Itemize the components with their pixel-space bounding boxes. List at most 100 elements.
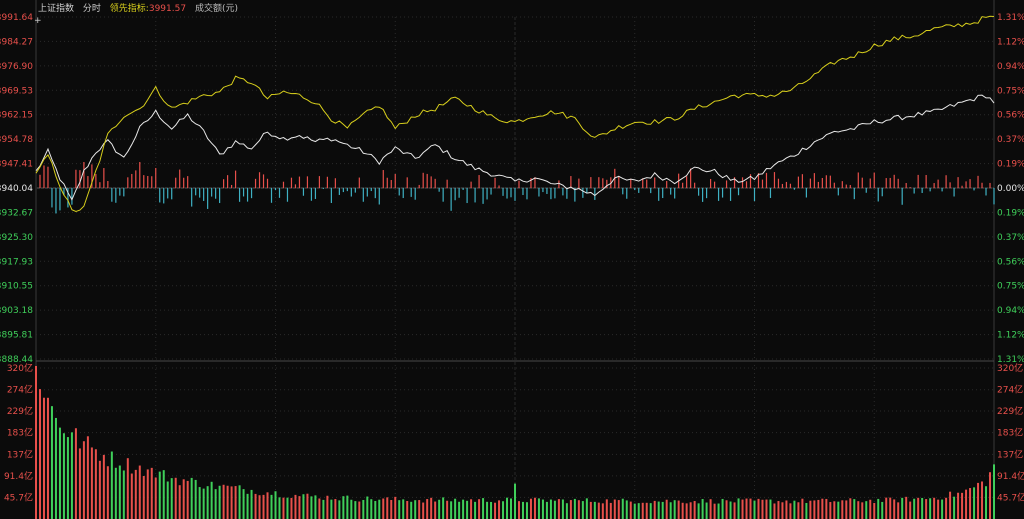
change-bar-down — [378, 188, 380, 205]
change-bar-down — [203, 188, 205, 201]
change-bar-up — [135, 170, 137, 188]
volume-bar — [561, 499, 564, 519]
volume-tick-label-left: 183亿 — [7, 427, 33, 439]
volume-bar — [521, 501, 524, 519]
change-bar-up — [223, 179, 225, 188]
change-bar-up — [682, 182, 684, 188]
change-bar-down — [215, 188, 217, 199]
volume-bar — [410, 501, 413, 519]
change-bar-up — [47, 166, 49, 188]
volume-bar — [785, 500, 788, 519]
change-bar-down — [634, 188, 636, 191]
volume-bar — [50, 406, 53, 519]
change-bar-up — [107, 181, 109, 188]
mode-label[interactable]: 分时 — [83, 2, 101, 14]
volume-bar — [757, 498, 760, 519]
volume-bar — [673, 500, 676, 519]
change-bar-down — [111, 188, 113, 202]
volume-bar — [709, 499, 712, 519]
change-bar-down — [398, 188, 400, 196]
volume-bar — [965, 489, 968, 519]
volume-label: 成交额(元) — [195, 2, 238, 14]
change-bar-down — [274, 188, 277, 191]
change-bar-up — [258, 172, 261, 188]
change-bar-down — [199, 188, 201, 198]
change-bar-down — [502, 188, 504, 196]
price-tick-label: 3903.18 — [0, 306, 33, 316]
volume-bar — [142, 475, 145, 519]
change-bar-up — [446, 179, 448, 188]
percent-tick-label: 1.31% — [997, 13, 1024, 23]
change-bar-up — [334, 178, 336, 188]
price-tick-label: 3954.78 — [0, 135, 33, 145]
volume-bar — [541, 499, 544, 519]
change-bar-down — [354, 188, 356, 193]
volume-bar — [717, 503, 720, 519]
change-bar-up — [801, 174, 803, 188]
volume-bar — [933, 497, 936, 519]
price-tick-label: 3976.90 — [0, 62, 33, 72]
volume-bar — [733, 502, 736, 519]
volume-bar — [609, 502, 612, 519]
volume-bar — [210, 481, 213, 519]
volume-bar — [74, 428, 77, 519]
change-bar-down — [242, 188, 245, 197]
volume-bar — [913, 498, 916, 519]
volume-bar — [46, 397, 49, 519]
index-name[interactable]: 上证指数 — [38, 2, 74, 14]
volume-bar — [486, 501, 489, 519]
volume-bar — [925, 499, 928, 519]
percent-tick-label: 1.12% — [997, 331, 1024, 341]
change-bar-up — [821, 177, 823, 188]
volume-bar — [334, 499, 337, 519]
change-bar-up — [570, 176, 572, 188]
change-bar-up — [298, 176, 301, 188]
volume-bar — [466, 500, 469, 519]
change-bar-up — [230, 184, 233, 188]
change-bar-up — [175, 177, 177, 188]
volume-tick-label-left: 320亿 — [7, 362, 33, 374]
volume-bar — [849, 498, 852, 519]
change-bar-up — [646, 179, 648, 188]
volume-bar — [126, 458, 129, 519]
change-bar-down — [270, 188, 273, 203]
volume-bar — [945, 497, 948, 519]
volume-bar — [665, 499, 668, 519]
volume-bar — [721, 498, 724, 519]
volume-bar — [102, 454, 105, 519]
change-bar-down — [993, 188, 995, 205]
volume-bar — [777, 501, 780, 519]
change-bar-up — [282, 181, 285, 188]
volume-bar — [502, 501, 505, 519]
volume-bar — [905, 496, 908, 519]
change-bar-down — [913, 188, 915, 194]
change-bar-down — [921, 188, 923, 193]
change-bar-up — [95, 173, 97, 188]
change-bar-down — [506, 188, 508, 199]
leading-label: 领先指标 — [110, 2, 146, 14]
volume-bar — [302, 494, 305, 519]
change-bar-up — [262, 174, 265, 188]
volume-bar — [386, 497, 389, 519]
change-bar-up — [785, 181, 788, 188]
change-bar-up — [618, 175, 620, 188]
volume-bar — [414, 500, 417, 519]
volume-bar — [438, 499, 441, 519]
volume-bar — [230, 486, 233, 519]
change-bar-down — [562, 188, 564, 196]
volume-bar — [394, 496, 397, 519]
change-bar-up — [725, 180, 728, 188]
change-bar-up — [422, 172, 424, 188]
percent-tick-label: 1.12% — [997, 37, 1024, 47]
change-bar-down — [346, 188, 348, 192]
volume-bar — [182, 479, 185, 519]
volume-bar — [897, 502, 900, 519]
volume-bar — [278, 497, 281, 519]
change-bar-down — [207, 188, 209, 209]
volume-bar — [290, 497, 293, 519]
volume-bar — [478, 499, 481, 519]
change-bar-up — [518, 180, 520, 188]
change-bar-down — [474, 188, 476, 203]
change-bar-down — [167, 188, 169, 199]
volume-bar — [621, 498, 624, 519]
